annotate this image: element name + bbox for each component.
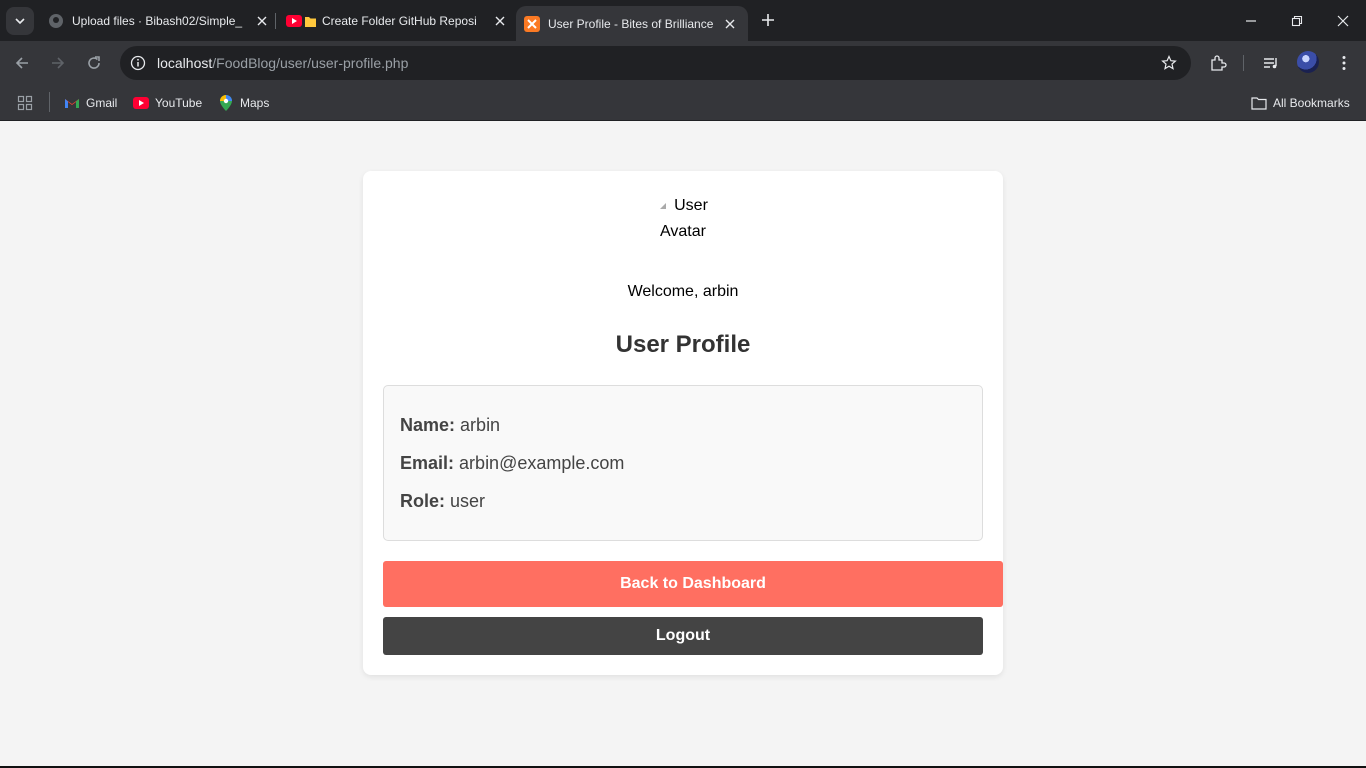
minimize-button[interactable]	[1228, 0, 1274, 41]
close-icon[interactable]	[254, 13, 270, 29]
back-button[interactable]	[8, 49, 36, 77]
reload-icon	[88, 56, 100, 69]
tab-title: Create Folder GitHub Reposi	[322, 13, 477, 28]
welcome-message: Welcome, arbin	[627, 283, 739, 300]
profile-avatar-icon[interactable]	[1297, 51, 1319, 73]
profile-info-box: Name: arbin Email: arbin@example.com Rol…	[383, 385, 983, 541]
chevron-down-icon	[15, 18, 25, 25]
extensions-icon[interactable]	[1206, 51, 1230, 75]
browser-toolbar: localhost/FoodBlog/user/user-profile.php	[0, 41, 1366, 85]
close-icon[interactable]	[722, 16, 738, 32]
tab-create-folder[interactable]: Create Folder GitHub Reposi	[280, 6, 508, 35]
apps-grid-icon	[17, 95, 33, 111]
bookmark-star-icon[interactable]	[1159, 53, 1179, 73]
user-avatar: User Avatar	[363, 193, 1003, 245]
email-label: Email:	[400, 453, 455, 473]
folder-icon	[1251, 95, 1267, 111]
name-value: arbin	[460, 415, 501, 435]
logout-button[interactable]: Logout	[383, 617, 983, 655]
xampp-icon	[524, 15, 540, 32]
role-label: Role:	[400, 491, 445, 511]
bookmark-label: YouTube	[155, 96, 203, 110]
tab-upload-files[interactable]: Upload files · Bibash02/Simple_	[40, 6, 270, 35]
apps-button[interactable]	[17, 91, 39, 115]
broken-image-icon	[660, 202, 667, 209]
address-bar[interactable]: localhost/FoodBlog/user/user-profile.php	[120, 46, 1191, 80]
tab-search-button[interactable]	[6, 7, 34, 35]
tab-title: User Profile - Bites of Brilliance	[548, 16, 714, 31]
page-content: User Avatar Welcome, arbin User Profile …	[0, 121, 1366, 766]
arrow-right-icon	[52, 57, 65, 69]
more-menu-icon[interactable]	[1332, 51, 1356, 75]
bookmark-label: Gmail	[86, 96, 118, 110]
profile-email-row: Email: arbin@example.com	[400, 451, 966, 489]
role-value: user	[450, 491, 486, 511]
restore-icon	[1291, 15, 1303, 26]
tab-title: Upload files · Bibash02/Simple_	[72, 13, 243, 28]
url-host: localhost	[157, 55, 213, 71]
bookmark-maps[interactable]: Maps	[218, 91, 269, 115]
bookmarks-divider	[49, 92, 50, 112]
minimize-icon	[1246, 19, 1256, 22]
restore-button[interactable]	[1274, 0, 1320, 41]
page-title: User Profile	[615, 331, 751, 358]
profile-card: User Avatar Welcome, arbin User Profile …	[363, 171, 1003, 675]
youtube-icon	[133, 95, 149, 111]
toolbar-divider	[1243, 55, 1244, 71]
bookmark-gmail[interactable]: Gmail	[64, 91, 117, 115]
media-controls-icon[interactable]	[1259, 51, 1283, 75]
maps-icon	[218, 95, 234, 111]
profile-name-row: Name: arbin	[400, 413, 966, 451]
bookmark-youtube[interactable]: YouTube	[133, 91, 202, 115]
forward-button[interactable]	[44, 49, 72, 77]
gmail-icon	[64, 95, 80, 111]
arrow-left-icon	[15, 57, 28, 69]
name-label: Name:	[400, 415, 456, 435]
back-to-dashboard-button[interactable]: Back to Dashboard	[383, 561, 1003, 607]
site-info-icon[interactable]	[128, 53, 148, 73]
close-window-button[interactable]	[1320, 0, 1366, 41]
close-icon[interactable]	[492, 13, 508, 29]
bookmarks-bar: Gmail YouTube Maps All Bookmarks	[0, 85, 1366, 121]
youtube-folder-icon	[286, 13, 316, 29]
new-tab-button[interactable]	[756, 8, 780, 32]
tab-strip: Upload files · Bibash02/Simple_ Create F…	[0, 0, 1366, 41]
url-text: localhost/FoodBlog/user/user-profile.php	[157, 55, 408, 71]
email-value: arbin@example.com	[459, 453, 625, 473]
bookmark-label: Maps	[240, 96, 270, 110]
close-icon	[1337, 15, 1349, 26]
plus-icon	[762, 14, 774, 26]
all-bookmarks-label: All Bookmarks	[1273, 96, 1350, 110]
all-bookmarks-button[interactable]: All Bookmarks	[1251, 91, 1350, 115]
reload-button[interactable]	[80, 49, 108, 77]
tab-divider	[275, 13, 276, 29]
profile-role-row: Role: user	[400, 489, 966, 527]
github-icon	[48, 13, 64, 29]
tab-user-profile[interactable]: User Profile - Bites of Brilliance	[516, 6, 748, 41]
avatar-alt-text-line2: Avatar	[660, 223, 706, 240]
avatar-alt-text-line1: User	[674, 197, 708, 214]
url-path: /FoodBlog/user/user-profile.php	[212, 55, 409, 71]
